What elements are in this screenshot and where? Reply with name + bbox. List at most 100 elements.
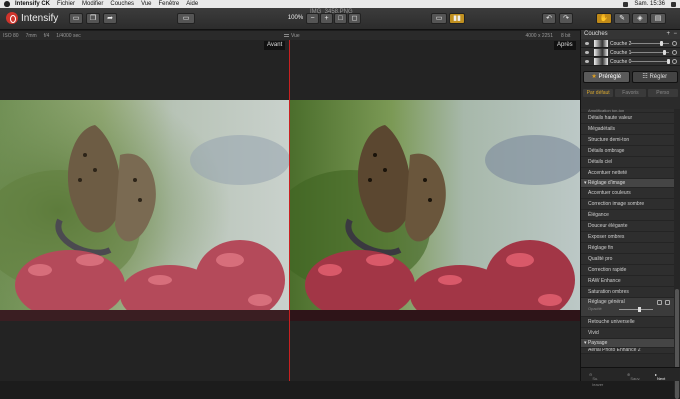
- before-photo: [0, 100, 289, 321]
- layer-opacity-slider[interactable]: [631, 50, 669, 55]
- filter-custom[interactable]: Perso: [647, 89, 678, 97]
- add-layer-icon[interactable]: +: [666, 30, 670, 39]
- panel-toggle-icon[interactable]: ▤: [650, 13, 666, 24]
- menu-bar: Intensify CK Fichier Modifier Couches Vu…: [0, 0, 680, 8]
- eraser-tool-icon[interactable]: ◈: [632, 13, 648, 24]
- delete-preset-button[interactable]: ⊖ Su. leaver: [589, 372, 603, 387]
- menu-app[interactable]: Intensify CK: [15, 0, 50, 8]
- preset-opacity-knob[interactable]: [637, 307, 641, 312]
- hand-tool-icon[interactable]: ✋: [596, 13, 612, 24]
- fullscreen-icon[interactable]: ◻: [348, 13, 361, 24]
- menu-couches[interactable]: Couches: [110, 0, 134, 8]
- layer-thumbnail: [594, 49, 608, 56]
- menu-modifier[interactable]: Modifier: [82, 0, 103, 8]
- layer-name: Couche 0: [610, 59, 632, 65]
- list-item[interactable]: Accentuer netteté: [581, 168, 674, 179]
- zoom-in-icon[interactable]: +: [320, 13, 333, 24]
- view-mode-label: Vue: [291, 32, 300, 39]
- zoom-out-icon[interactable]: −: [306, 13, 319, 24]
- menu-fichier[interactable]: Fichier: [57, 0, 75, 8]
- list-item[interactable]: RAW Enhance: [581, 276, 674, 287]
- filter-default[interactable]: Par défaut: [583, 89, 614, 97]
- selected-preset-item[interactable]: Réglage général Opacité: [581, 298, 674, 317]
- view-mode-icon[interactable]: [284, 34, 289, 37]
- layer-opacity-slider[interactable]: [631, 41, 669, 46]
- layer-row[interactable]: Couche 2: [581, 39, 680, 48]
- list-item[interactable]: Aerial Photo Enhance 2: [581, 348, 674, 354]
- apple-icon[interactable]: [4, 1, 10, 7]
- layer-thumbnail: [594, 58, 608, 65]
- list-item[interactable]: Douceur élégante: [581, 221, 674, 232]
- open-folder-button[interactable]: ▭: [69, 13, 83, 24]
- layer-opacity-knob[interactable]: [659, 41, 663, 46]
- gear-icon[interactable]: [672, 59, 677, 64]
- opacity-label: Opacité: [588, 306, 602, 311]
- list-item[interactable]: Détails ciel: [581, 157, 674, 168]
- layers-header: Couches + −: [581, 30, 680, 39]
- single-view-button[interactable]: ▭: [431, 13, 447, 24]
- list-item[interactable]: Mégadétails: [581, 124, 674, 135]
- preset-mode-button[interactable]: ★ Préréglé: [583, 71, 630, 83]
- adjust-mode-button[interactable]: ☷ Régler: [631, 71, 678, 83]
- sliders-icon: ☷: [642, 74, 648, 80]
- copy-button[interactable]: ❐: [86, 13, 100, 24]
- selected-preset-name: Réglage général: [588, 299, 625, 305]
- visibility-eye-icon[interactable]: [585, 51, 589, 54]
- list-item[interactable]: Détails haute valeur: [581, 113, 674, 124]
- gear-icon[interactable]: [672, 41, 677, 46]
- mode-switch: ★ Préréglé ☷ Régler: [581, 71, 680, 85]
- status-icon[interactable]: [623, 1, 629, 7]
- list-item[interactable]: Détails ombrage: [581, 146, 674, 157]
- search-icon[interactable]: [671, 1, 676, 7]
- list-item[interactable]: Correction rapide: [581, 265, 674, 276]
- list-item[interactable]: Élégance: [581, 210, 674, 221]
- list-item[interactable]: Retouche universelle: [581, 317, 674, 328]
- layer-name: Couche 1: [610, 50, 632, 56]
- list-item[interactable]: Réglage fin: [581, 243, 674, 254]
- category-header[interactable]: ▾ Réglage d'image: [581, 179, 674, 188]
- after-label: Après: [554, 41, 576, 50]
- layer-opacity-slider[interactable]: [631, 59, 671, 64]
- menu-vue[interactable]: Vue: [141, 0, 151, 8]
- visibility-eye-icon[interactable]: [585, 60, 589, 63]
- undo-button[interactable]: ↶: [542, 13, 556, 24]
- share-button[interactable]: ➦: [103, 13, 117, 24]
- image-viewer[interactable]: Avant Après: [0, 40, 580, 381]
- brush-tool-icon[interactable]: ✎: [614, 13, 630, 24]
- menu-aide[interactable]: Aide: [186, 0, 198, 8]
- layer-row[interactable]: Couche 0: [581, 57, 680, 66]
- compare-view-button[interactable]: ▭: [177, 13, 195, 24]
- before-photo-graphic: [0, 100, 289, 321]
- clock[interactable]: Sam. 15:36: [634, 0, 665, 8]
- next-button[interactable]: ▸ Next: [655, 372, 665, 381]
- scrollbar-thumb[interactable]: [675, 289, 679, 399]
- list-item[interactable]: Exposer ombres: [581, 232, 674, 243]
- split-view-button[interactable]: ▮▮: [449, 13, 465, 24]
- list-item[interactable]: Accentuer couleurs: [581, 188, 674, 199]
- list-item[interactable]: Correction image sombre: [581, 199, 674, 210]
- redo-button[interactable]: ↷: [559, 13, 573, 24]
- favorite-icon[interactable]: [665, 300, 670, 305]
- layer-thumbnail: [594, 40, 608, 47]
- preset-list: Amplification ton-ton Détails haute vale…: [581, 109, 674, 397]
- layer-row[interactable]: Couche 1: [581, 48, 680, 57]
- layer-opacity-knob[interactable]: [663, 50, 667, 55]
- gear-icon[interactable]: [672, 50, 677, 55]
- layer-opacity-knob[interactable]: [667, 59, 671, 64]
- save-preset-button[interactable]: ⊕ Sauv.: [627, 372, 640, 381]
- list-item[interactable]: Qualité pro: [581, 254, 674, 265]
- fit-icon[interactable]: □: [334, 13, 347, 24]
- star-icon: ★: [591, 74, 597, 80]
- list-item[interactable]: Structure demi-ton: [581, 135, 674, 146]
- menu-fenetre[interactable]: Fenêtre: [159, 0, 180, 8]
- before-label: Avant: [264, 41, 286, 50]
- list-item[interactable]: Saturation ombres: [581, 287, 674, 298]
- edit-icon[interactable]: [657, 300, 662, 305]
- visibility-eye-icon[interactable]: [585, 42, 589, 45]
- list-item[interactable]: Vivid: [581, 328, 674, 339]
- remove-layer-icon[interactable]: −: [673, 30, 677, 39]
- preset-list-scrollbar[interactable]: [674, 109, 680, 399]
- category-header[interactable]: ▾ Paysage: [581, 339, 674, 348]
- filter-favorites[interactable]: Favoris: [615, 89, 646, 97]
- preset-opacity-slider[interactable]: [619, 307, 653, 312]
